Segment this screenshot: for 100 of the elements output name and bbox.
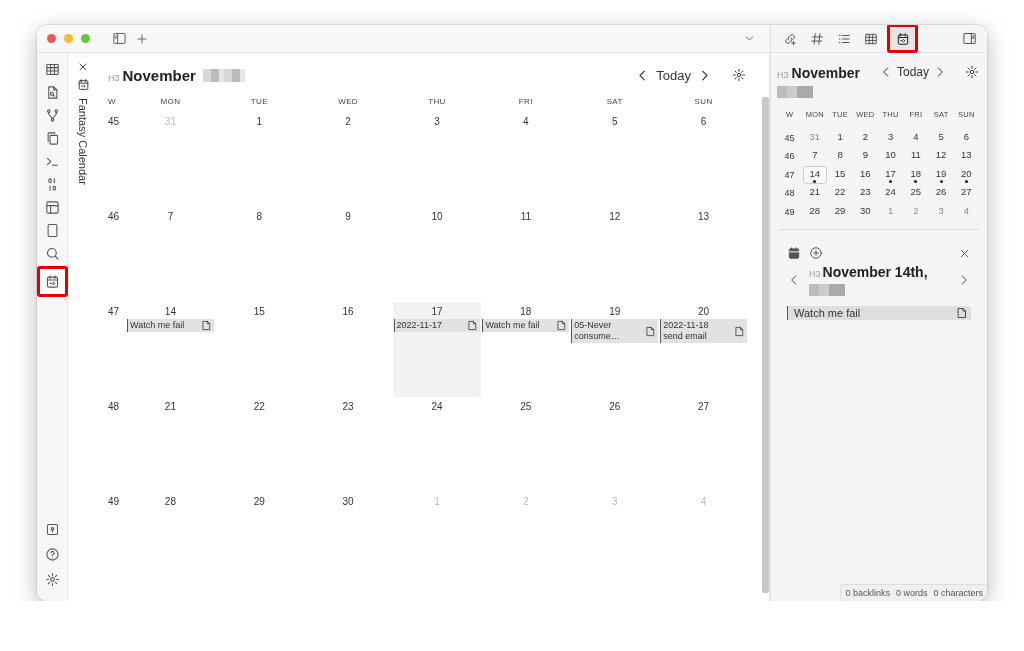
date-number: 12 (608, 211, 622, 222)
event-chip[interactable]: Watch me fail (787, 306, 971, 320)
day-cell[interactable]: 23 (853, 184, 877, 203)
sidebar-toggle-icon[interactable] (112, 31, 127, 46)
day-cell[interactable]: 10 (392, 207, 482, 302)
event-chip[interactable]: 05-Never consume… (571, 319, 659, 343)
day-cell[interactable]: 15 (214, 302, 304, 397)
view-tab-title[interactable]: Fantasy Calendar (77, 98, 89, 185)
day-cell[interactable]: 11 (904, 147, 928, 166)
day-cell[interactable]: 24 (392, 397, 482, 492)
date-number: 20 (697, 306, 711, 317)
event-chip[interactable]: Watch me fail (482, 319, 570, 332)
event-chip[interactable]: 2022-11-17 (393, 319, 481, 332)
day-cell[interactable]: 7 (803, 147, 827, 166)
week-number: 48 (108, 400, 121, 414)
today-button[interactable]: Today (896, 65, 929, 79)
day-cell[interactable]: 26 (570, 397, 660, 492)
day-cell[interactable]: 16 (853, 165, 877, 184)
day-cell[interactable]: 6 (954, 128, 978, 147)
close-icon[interactable] (77, 61, 89, 73)
day-cell[interactable]: 29 (828, 202, 852, 221)
week-number: 49 (108, 495, 121, 509)
date-number: 22 (252, 401, 266, 412)
day-cell[interactable]: 4 (904, 128, 928, 147)
day-cell[interactable]: 2 (853, 128, 877, 147)
sidebar-tab[interactable] (887, 25, 918, 53)
day-cell[interactable]: 19 (929, 165, 953, 184)
day-cell[interactable]: 16 (303, 302, 393, 397)
calendar-icon[interactable] (787, 246, 801, 260)
day-cell[interactable]: 17 2022-11-17 (392, 302, 482, 397)
date-number: 27 (697, 401, 711, 412)
day-cell[interactable]: 30 (303, 492, 393, 587)
day-cell[interactable]: 14 (803, 165, 827, 184)
day-cell[interactable]: 18 Watch me fail (481, 302, 571, 397)
scrollbar-thumb[interactable] (762, 97, 769, 593)
day-cell[interactable]: 25 (481, 397, 571, 492)
day-cell[interactable]: 17 (879, 165, 903, 184)
day-cell[interactable]: 20 (954, 165, 978, 184)
event-chip[interactable]: 2022-11-18 send email (660, 319, 747, 343)
day-cell[interactable]: 13 (954, 147, 978, 166)
day-cell[interactable]: 13 (659, 207, 748, 302)
day-cell[interactable]: 6 (659, 112, 748, 207)
day-cell[interactable]: 11 (481, 207, 571, 302)
date-number: 10 (885, 149, 896, 160)
day-cell[interactable]: 22 (828, 184, 852, 203)
day-cell[interactable]: 26 (929, 184, 953, 203)
day-cell[interactable]: 15 (828, 165, 852, 184)
today-button[interactable]: Today (656, 67, 691, 83)
day-cell[interactable]: 19 05-Never consume… (570, 302, 660, 397)
day-cell[interactable]: 3 (392, 112, 482, 207)
day-cell[interactable]: 29 (214, 492, 304, 587)
sidebar-toggle-icon[interactable] (962, 31, 977, 46)
day-cell[interactable]: 28 (803, 202, 827, 221)
plus-circle-icon[interactable] (809, 246, 823, 260)
date-number: 1 (837, 130, 843, 142)
settings-icon[interactable] (965, 65, 979, 79)
day-cell[interactable]: 24 (879, 184, 903, 203)
date-number: 15 (252, 306, 266, 317)
day-cell[interactable]: 23 (303, 397, 393, 492)
event-chip[interactable]: Watch me fail (127, 319, 214, 332)
day-cell[interactable]: 5 (570, 112, 660, 207)
day-cell[interactable]: 14 Watch me fail (126, 302, 215, 397)
day-cell[interactable]: 25 (904, 184, 928, 203)
day-cell[interactable]: 27 (954, 184, 978, 203)
day-cell[interactable]: 21 (126, 397, 215, 492)
day-cell[interactable]: 3 (879, 128, 903, 147)
settings-icon[interactable] (732, 68, 746, 82)
day-cell[interactable]: 30 (853, 202, 877, 221)
day-cell[interactable]: 12 (570, 207, 660, 302)
date-number: 24 (885, 186, 896, 197)
day-cell[interactable]: 28 (126, 492, 215, 587)
ribbon-button[interactable] (37, 266, 68, 297)
date-number: 29 (252, 496, 266, 507)
status-bar-item: 0 words (895, 588, 928, 598)
day-cell[interactable]: 8 (828, 147, 852, 166)
date-number: 3 (433, 116, 441, 127)
date-number: 3 (610, 496, 619, 507)
day-cell[interactable]: 10 (879, 147, 903, 166)
day-cell[interactable]: 7 (126, 207, 215, 302)
day-cell[interactable]: 22 (214, 397, 304, 492)
day-cell[interactable]: 9 (303, 207, 393, 302)
date-number: 26 (608, 401, 622, 412)
date-number: 14 (163, 306, 177, 317)
date-number: 20 (961, 167, 972, 179)
day-cell[interactable]: 21 (803, 184, 827, 203)
day-cell[interactable]: 8 (214, 207, 304, 302)
day-cell[interactable]: 27 (659, 397, 748, 492)
day-cell[interactable]: 18 (904, 165, 928, 184)
date-number: 25 (519, 401, 533, 412)
day-cell[interactable]: 12 (929, 147, 953, 166)
window-close-button[interactable] (47, 34, 56, 43)
day-cell[interactable]: 20 2022-11-18 send email (659, 302, 748, 397)
day-cell[interactable]: 2 (303, 112, 393, 207)
day-cell[interactable]: 5 (929, 128, 953, 147)
file-icon (556, 320, 568, 331)
day-cell[interactable]: 4 (481, 112, 571, 207)
day-cell[interactable]: 9 (853, 147, 877, 166)
day-cell[interactable]: 1 (828, 128, 852, 147)
date-number: 4 (963, 204, 969, 216)
day-cell[interactable]: 1 (214, 112, 304, 207)
